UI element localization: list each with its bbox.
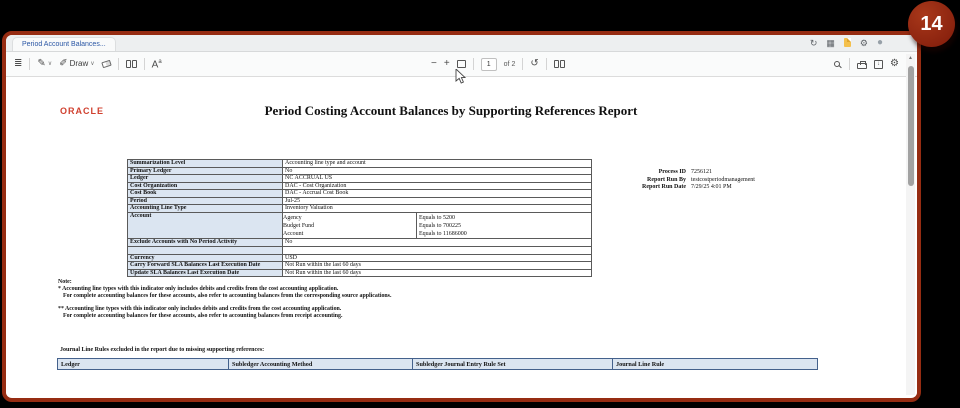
eraser-icon [100,59,112,69]
table-row: Currency USD [127,253,592,262]
vertical-scrollbar[interactable]: ▲ [906,54,915,395]
table-row: Accounting Line Type Inventory Valuation [127,204,592,213]
journal-rules-table: Ledger Subledger Accounting Method Suble… [57,358,818,370]
fit-page-button[interactable] [456,60,466,68]
gear-icon[interactable]: ⚙ [860,38,868,48]
report-title: Period Costing Account Balances by Suppo… [264,103,638,118]
two-page-icon [125,59,137,68]
step-badge: 14 [908,1,955,47]
divider [117,57,119,70]
refresh-icon[interactable]: ↻ [810,38,818,48]
tabbar-icon-group: ↻ ▦ ⚙ ● [810,37,883,48]
highlight-button[interactable]: ✎ ∨ [37,58,52,70]
draw-label: Draw [69,59,89,69]
rotate-button[interactable]: ↺ [530,58,538,70]
add-text-button[interactable]: Aa [152,56,162,71]
toolbar-right-group: ↓ ⚙ [834,58,899,70]
divider [143,57,145,70]
highlighter-icon: ✎ [37,57,46,69]
two-page-view-button[interactable] [125,59,137,68]
empty-row [127,245,592,255]
table-row: Ledger NC ACCRUAL US [127,174,592,183]
table-row: Period Jul-25 [127,196,592,205]
pen-icon: ✐ [59,57,68,69]
table-row: Cost Organization DAC - Cost Organization [127,181,592,190]
add-text-icon: Aa [151,59,162,71]
gear-icon: ⚙ [890,58,899,69]
erase-button[interactable] [100,59,112,69]
rotate-icon: ↺ [530,58,539,69]
note-line: * Accounting line types with this indica… [58,286,339,292]
pdf-viewer-window: Period Account Balances... ↻ ▦ ⚙ ● ≣ ✎ ∨… [2,31,921,402]
toolbar-left-group: ≣ ✎ ∨ ✐ Draw ∨ Aa [14,56,162,71]
info-row: Process ID 7256121 [658,169,712,175]
divider [545,58,547,70]
grid-icon[interactable]: ▦ [826,38,835,48]
table-row: Exclude Accounts with No Period Activity… [127,237,592,247]
divider [522,58,524,70]
report-info-block: Process ID 7256121 Report Run By testcostp… [598,169,755,192]
zoom-in-button[interactable]: + [444,58,450,70]
divider [849,58,851,70]
note-line: ** Accounting line types with this indic… [58,306,342,312]
zoom-out-button[interactable]: − [431,58,437,70]
journal-section-title: Journal Line Rules excluded in the repor… [60,347,265,353]
page-count-label: of 2 [503,60,516,68]
divider [29,57,31,70]
info-row: Report Run By testcostperiodmanagement [646,176,755,183]
tab-title: Period Account Balances... [22,41,106,48]
table-row: Update SLA Balances Last Execution Date N… [127,268,592,277]
info-row: Report Run Date 7/29/25 4:01 PM [642,184,732,190]
table-row: Cost Book DAC - Accrual Cost Book [127,189,592,198]
table-row: Summarization Level Accounting line type … [127,159,592,168]
plus-icon: + [443,58,450,69]
draw-button[interactable]: ✐ Draw ∨ [59,58,94,70]
tab-bar: Period Account Balances... ↻ ▦ ⚙ ● [6,35,917,52]
search-button[interactable] [834,61,842,67]
pdf-page: ORACLE Period Costing Account Balances b… [6,77,917,397]
scroll-up-arrow[interactable]: ▲ [906,54,915,63]
journal-header-row: Ledger Subledger Accounting Method Suble… [57,358,818,370]
notes-section: Note: * Accounting line types with this … [58,279,391,320]
search-icon [834,61,841,67]
minus-icon: − [430,58,437,69]
tab-period-account-balances[interactable]: Period Account Balances... [12,37,116,51]
step-badge-number: 14 [920,12,943,35]
document-icon[interactable] [843,38,851,47]
printer-icon [857,60,868,69]
save-button[interactable]: ↓ [874,59,884,69]
parameters-table: Summarization Level Accounting line type … [127,159,592,277]
table-row: Primary Ledger No [127,166,592,175]
toc-icon: ≣ [14,57,23,69]
note-line: For complete accounting balances for the… [63,293,392,299]
toc-button[interactable]: ≣ [14,58,22,70]
toolbar-center-group: − + of 2 ↺ [431,57,565,71]
chevron-down-icon: ∨ [90,61,95,68]
page-view-button[interactable] [553,60,565,68]
note-line: For complete accounting balances for the… [63,313,343,319]
table-row: Carry Forward SLA Balances Last Executio… [127,261,592,270]
account-row: Account Agency Budget Fund Account Equal… [127,211,592,239]
account-segments: Agency Budget Fund Account Equals to 520… [284,213,591,237]
pages-icon [553,60,565,68]
chevron-down-icon: ∨ [47,61,53,68]
note-heading: Note: [58,279,72,285]
profile-circle-icon[interactable]: ● [877,37,883,48]
scrollbar-thumb[interactable] [907,66,914,186]
print-button[interactable] [857,60,868,69]
fit-page-icon [456,60,466,68]
mouse-cursor [455,69,467,84]
save-icon: ↓ [874,59,884,69]
divider [472,58,474,70]
settings-button[interactable]: ⚙ [890,58,899,70]
page-number-input[interactable] [480,57,497,71]
